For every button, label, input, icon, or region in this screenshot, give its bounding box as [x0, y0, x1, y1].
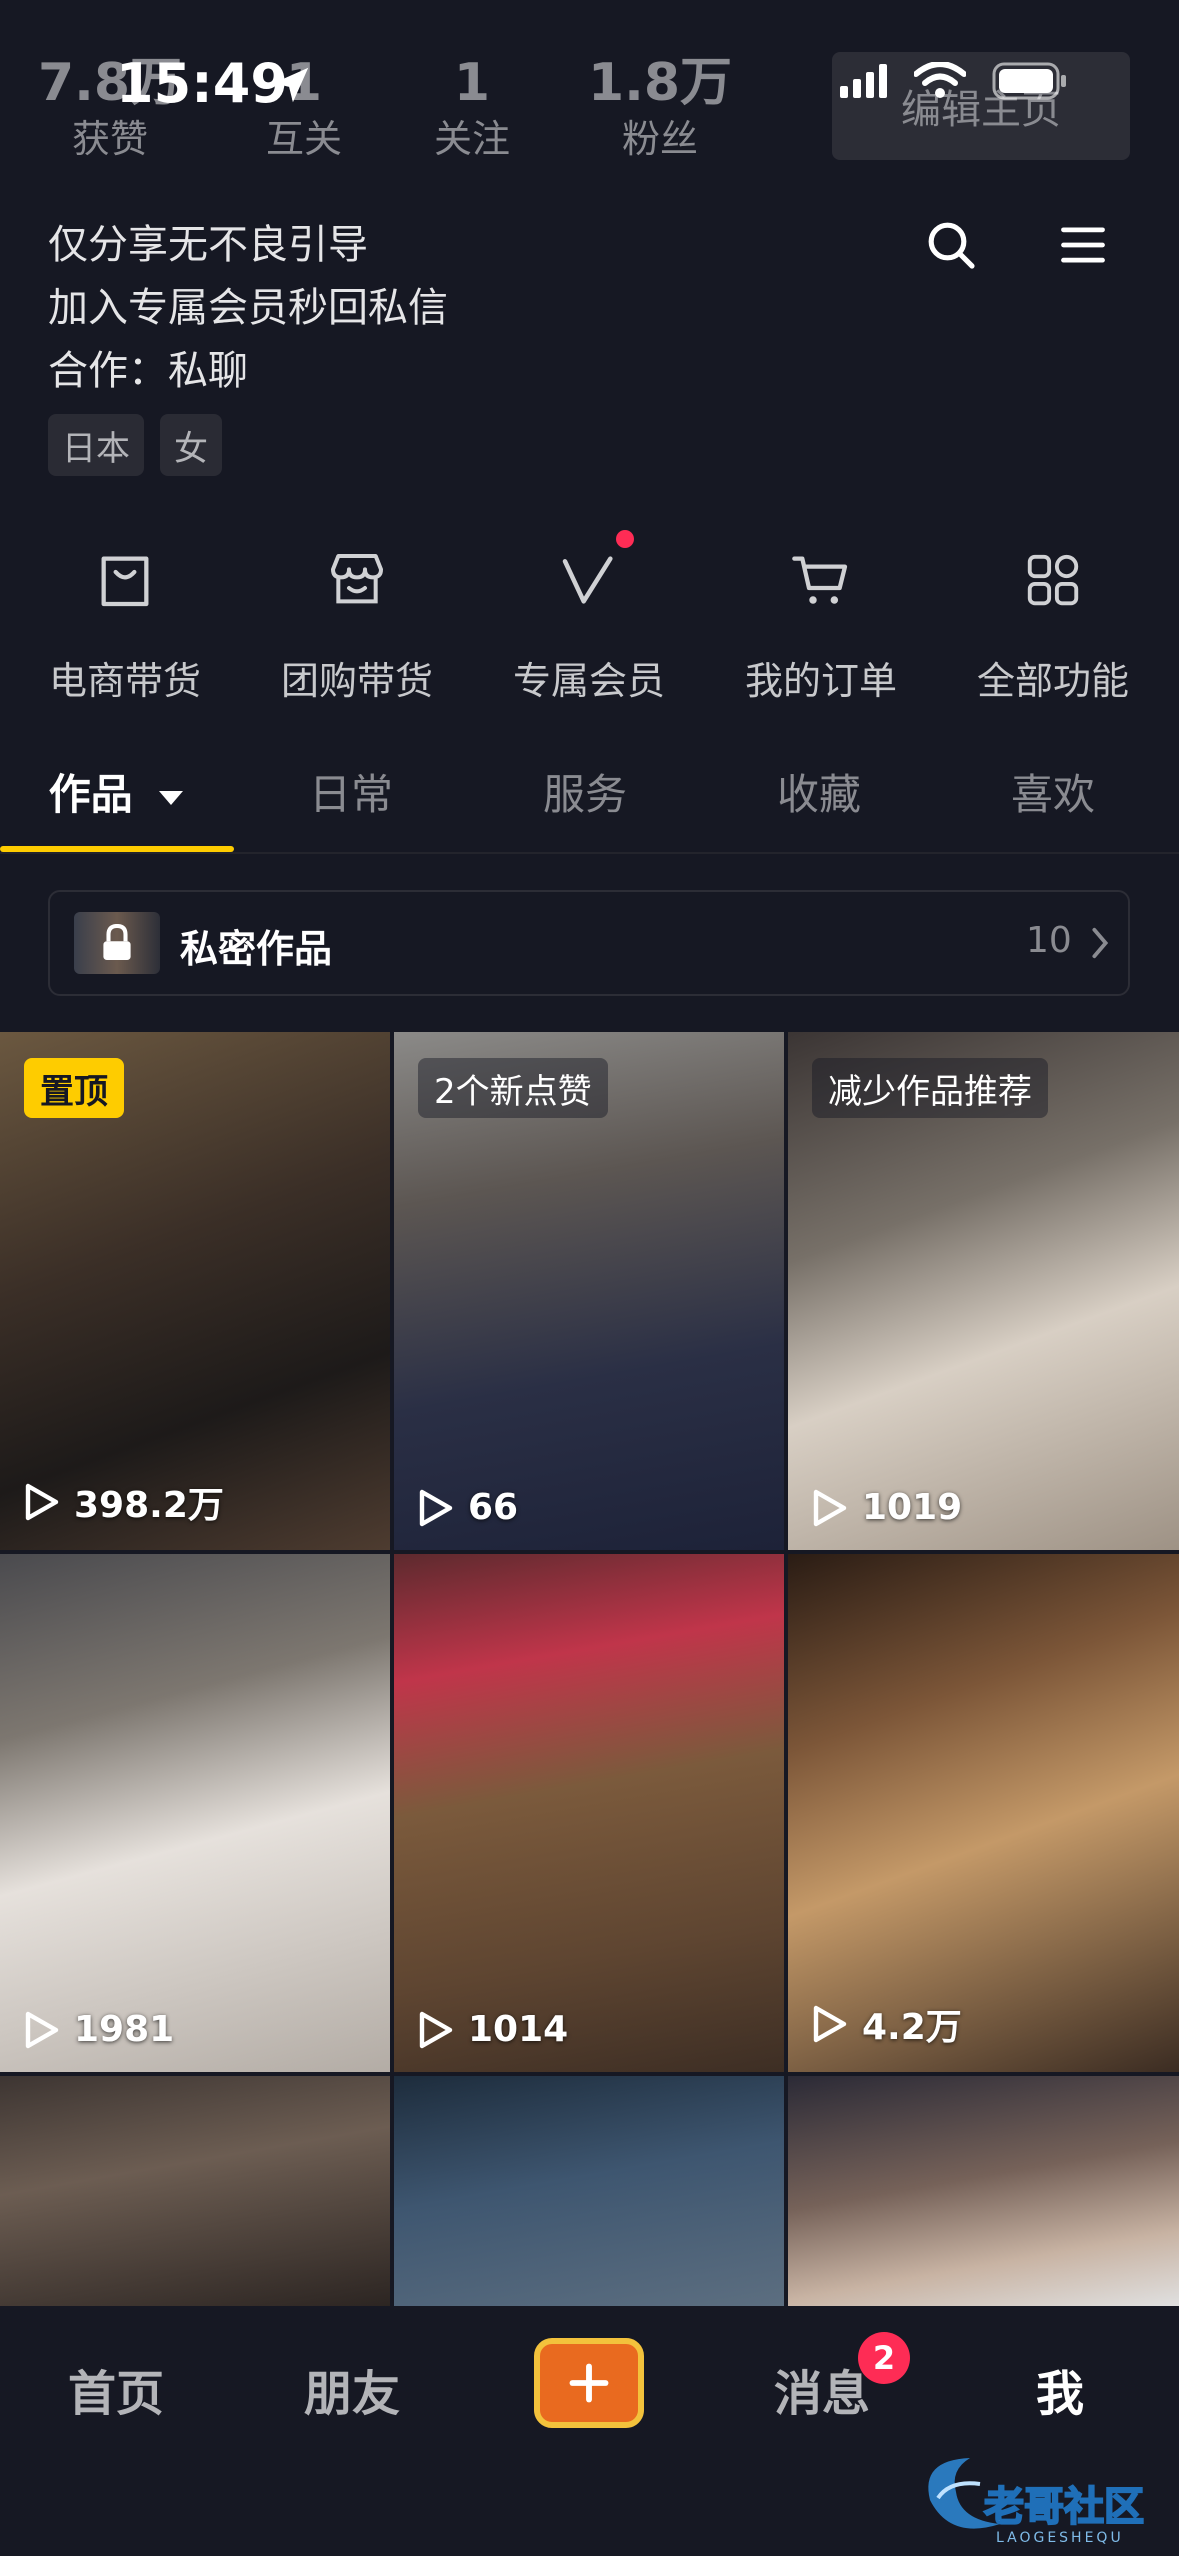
- stat-followers[interactable]: 1.8万 粉丝: [570, 52, 750, 164]
- play-icon: [419, 2011, 453, 2048]
- search-icon: [928, 222, 975, 269]
- grid-icon: [1027, 554, 1079, 606]
- tab-favorites[interactable]: 收藏: [702, 760, 936, 830]
- feature-orders[interactable]: 我的订单: [706, 530, 936, 705]
- status-icons: [840, 62, 1068, 100]
- play-count: 1014: [418, 2009, 568, 2050]
- video-thumbnail[interactable]: 减少作品推荐 1019: [788, 1032, 1179, 1550]
- video-thumbnail[interactable]: 1981: [0, 1554, 390, 2072]
- bio-line-2: 加入专属会员秒回私信: [48, 285, 448, 331]
- nav-friends[interactable]: 朋友: [304, 2354, 400, 2424]
- play-count-value: 4.2万: [862, 2007, 962, 2048]
- tag-region: 日本: [48, 414, 144, 476]
- svg-text:老哥社区: 老哥社区: [984, 2484, 1144, 2530]
- feature-orders-label: 我的订单: [744, 659, 897, 703]
- stat-mutual-label: 互关: [265, 117, 342, 161]
- play-count-value: 398.2万: [74, 1485, 224, 1526]
- play-count: 1981: [24, 2009, 174, 2050]
- play-icon: [813, 1489, 847, 1526]
- video-thumbnail[interactable]: [788, 2076, 1179, 2306]
- watermark-logo: 老哥社区 LAOGESHEQU: [928, 2458, 1145, 2546]
- play-count-value: 66: [468, 1487, 519, 1528]
- store-icon: [331, 554, 383, 604]
- svg-text:LAOGESHEQU: LAOGESHEQU: [996, 2530, 1124, 2546]
- nav-messages[interactable]: 消息: [774, 2354, 870, 2424]
- bio-line-1: 仅分享无不良引导: [48, 222, 368, 268]
- chevron-right-icon: [1092, 927, 1109, 959]
- play-count: 4.2万: [812, 1998, 962, 2050]
- play-count-value: 1019: [862, 1487, 963, 1528]
- play-count-value: 1981: [74, 2009, 175, 2050]
- stat-followers-count: 1.8万: [587, 53, 733, 113]
- stat-following-count: 1: [453, 53, 491, 113]
- nav-home[interactable]: 首页: [68, 2354, 164, 2424]
- video-thumbnail[interactable]: [394, 2076, 784, 2306]
- feature-ecommerce-label: 电商带货: [48, 659, 201, 703]
- play-count-value: 1014: [468, 2009, 569, 2050]
- reduce-recommend-badge: 减少作品推荐: [812, 1058, 1048, 1118]
- bio-line-3: 合作：私聊: [48, 348, 248, 394]
- feature-group-buy-label: 团购带货: [280, 659, 433, 703]
- vip-icon: [562, 556, 613, 604]
- wifi-icon: [914, 62, 966, 98]
- status-time: 15:49: [116, 52, 288, 115]
- stat-following-label: 关注: [433, 117, 510, 161]
- new-dot-icon: [616, 530, 634, 548]
- feature-all-functions-label: 全部功能: [976, 659, 1129, 703]
- location-arrow-icon: [273, 67, 309, 103]
- pinned-badge: 置顶: [24, 1058, 124, 1118]
- feature-vip[interactable]: 专属会员: [474, 530, 704, 705]
- play-icon: [419, 1489, 453, 1526]
- feature-all-functions[interactable]: 全部功能: [938, 530, 1168, 705]
- play-count: 66: [418, 1487, 518, 1528]
- lock-icon: [103, 924, 131, 960]
- hamburger-menu-icon: [1061, 227, 1105, 263]
- plus-icon: [569, 2363, 609, 2403]
- tab-likes[interactable]: 喜欢: [936, 760, 1170, 830]
- new-likes-badge: 2个新点赞: [418, 1058, 608, 1118]
- video-thumbnail[interactable]: 1014: [394, 1554, 784, 2072]
- video-thumbnail[interactable]: [0, 2076, 390, 2306]
- nav-me[interactable]: 我: [1036, 2354, 1084, 2424]
- feature-ecommerce[interactable]: 电商带货: [10, 530, 240, 705]
- messages-badge: 2: [858, 2332, 910, 2384]
- search-button[interactable]: [916, 210, 986, 280]
- create-post-button[interactable]: [534, 2338, 644, 2428]
- signal-icon: [840, 64, 887, 98]
- private-works-label: 私密作品: [180, 927, 333, 971]
- battery-icon: [992, 62, 1066, 100]
- private-works-thumb: [74, 912, 160, 974]
- tab-services[interactable]: 服务: [468, 760, 702, 830]
- tab-daily[interactable]: 日常: [234, 760, 468, 830]
- caret-down-icon: [159, 790, 184, 805]
- cart-icon: [792, 556, 848, 604]
- stat-likes-label: 获赞: [71, 117, 148, 161]
- private-works-row[interactable]: 私密作品 10: [48, 890, 1130, 996]
- feature-group-buy[interactable]: 团购带货: [242, 530, 472, 705]
- tab-divider: [0, 852, 1179, 854]
- video-thumbnail[interactable]: 2个新点赞 66: [394, 1032, 784, 1550]
- video-thumbnail[interactable]: 4.2万: [788, 1554, 1179, 2072]
- play-count: 398.2万: [24, 1476, 224, 1528]
- private-works-count: 10: [1026, 920, 1072, 961]
- play-icon: [25, 1483, 59, 1521]
- play-count: 1019: [812, 1487, 962, 1528]
- menu-button[interactable]: [1048, 210, 1118, 280]
- video-thumbnail[interactable]: 置顶 398.2万: [0, 1032, 390, 1550]
- play-icon: [813, 2005, 847, 2043]
- stat-followers-label: 粉丝: [621, 117, 698, 161]
- stat-following[interactable]: 1 关注: [382, 52, 562, 164]
- shopping-bag-icon: [101, 556, 149, 607]
- play-icon: [25, 2011, 59, 2048]
- tab-works[interactable]: 作品: [0, 760, 234, 830]
- feature-vip-label: 专属会员: [512, 659, 665, 703]
- tag-gender: 女: [160, 414, 222, 476]
- tab-works-label: 作品: [48, 770, 133, 819]
